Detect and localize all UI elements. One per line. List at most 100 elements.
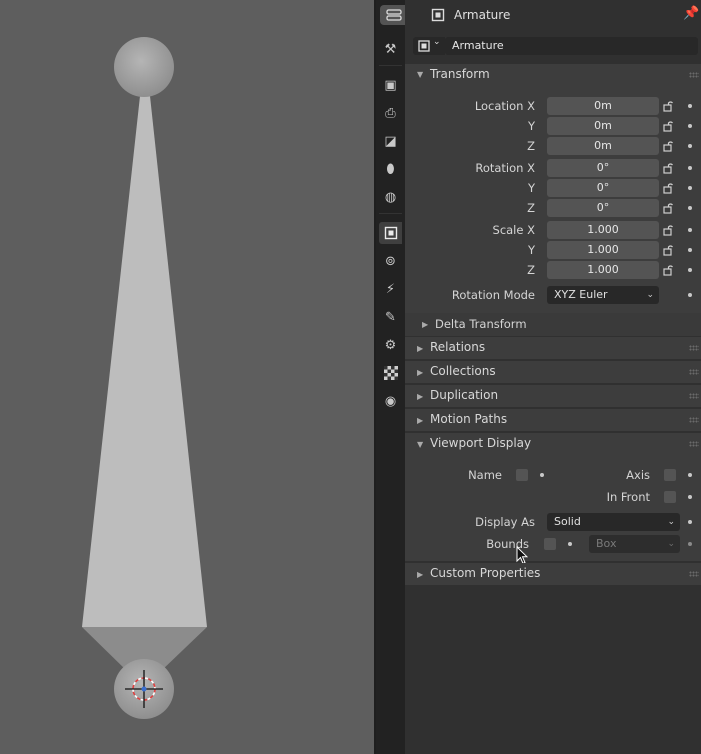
transform-header[interactable]: Transform: [430, 67, 490, 81]
keyframe-dot-icon[interactable]: [688, 495, 692, 499]
display-as-value: Solid: [554, 515, 581, 528]
location-y-label: Y: [527, 119, 535, 133]
keyframe-dot-icon[interactable]: [688, 293, 692, 297]
keyframe-dot-icon[interactable]: [688, 206, 692, 210]
lock-icon[interactable]: [663, 140, 673, 152]
view-layer-icon[interactable]: ◪: [379, 130, 402, 152]
location-y-field[interactable]: 0m: [547, 117, 659, 135]
axis-checkbox[interactable]: [664, 469, 676, 481]
lock-icon[interactable]: [663, 244, 673, 256]
keyframe-dot-icon[interactable]: [688, 268, 692, 272]
scale-z-label: Z: [527, 263, 535, 277]
chevron-down-icon: ⌄: [646, 290, 654, 300]
lock-icon[interactable]: [663, 120, 673, 132]
keyframe-dot-icon[interactable]: [540, 473, 544, 477]
keyframe-dot-icon[interactable]: [688, 104, 692, 108]
drag-handle-icon[interactable]: [689, 345, 699, 351]
name-checkbox[interactable]: [516, 469, 528, 481]
keyframe-dot-icon[interactable]: [688, 144, 692, 148]
lock-icon[interactable]: [663, 202, 673, 214]
chevron-down-icon: ⌄: [433, 37, 441, 47]
location-x-field[interactable]: 0m: [547, 97, 659, 115]
object-browse-button[interactable]: ⌄: [413, 37, 445, 55]
scale-z-field[interactable]: 1.000: [547, 261, 659, 279]
drag-handle-icon[interactable]: [689, 369, 699, 375]
pin-icon[interactable]: 📌: [683, 6, 699, 21]
shading-icon[interactable]: ◉: [379, 390, 402, 412]
scene-icon[interactable]: ⬮: [379, 158, 402, 180]
scale-x-field[interactable]: 1.000: [547, 221, 659, 239]
scale-x-label: Scale X: [492, 223, 535, 237]
keyframe-dot-icon[interactable]: [688, 186, 692, 190]
drag-handle-icon[interactable]: [689, 571, 699, 577]
world-icon[interactable]: ◍: [379, 186, 402, 208]
rotation-z-label: Z: [527, 201, 535, 215]
lock-icon[interactable]: [663, 264, 673, 276]
chevron-right-icon: ▶: [417, 392, 424, 401]
physics-icon[interactable]: ⚙: [379, 334, 402, 356]
relations-header[interactable]: Relations: [430, 340, 485, 354]
lock-icon[interactable]: [663, 162, 673, 174]
keyframe-dot-icon[interactable]: [688, 124, 692, 128]
drag-handle-icon[interactable]: [689, 393, 699, 399]
scale-y-label: Y: [527, 243, 535, 257]
rotation-y-label: Y: [527, 181, 535, 195]
location-z-field[interactable]: 0m: [547, 137, 659, 155]
keyframe-dot-icon[interactable]: [688, 166, 692, 170]
scale-y-field[interactable]: 1.000: [547, 241, 659, 259]
display-as-label: Display As: [475, 515, 535, 529]
duplication-header[interactable]: Duplication: [430, 388, 498, 402]
bounds-type-select[interactable]: Box ⌄: [589, 535, 680, 553]
keyframe-dot-icon[interactable]: [688, 542, 692, 546]
chevron-down-icon: ⌄: [667, 539, 675, 549]
viewport-display-header[interactable]: Viewport Display: [430, 436, 531, 450]
lock-icon[interactable]: [663, 182, 673, 194]
drag-handle-icon[interactable]: [689, 441, 699, 447]
armature-bone[interactable]: [82, 37, 207, 719]
chevron-down-icon: ▼: [417, 440, 424, 449]
3d-viewport[interactable]: [0, 0, 374, 754]
lock-icon[interactable]: [663, 100, 673, 112]
render-icon[interactable]: ▣: [379, 74, 402, 96]
object-icon[interactable]: [379, 222, 402, 244]
keyframe-dot-icon[interactable]: [688, 473, 692, 477]
rotation-y-field[interactable]: 0°: [547, 179, 659, 197]
tool-icon[interactable]: ⚒: [379, 38, 402, 60]
drag-handle-icon[interactable]: [689, 417, 699, 423]
custom-properties-header[interactable]: Custom Properties: [430, 566, 540, 580]
properties-panel: Armature 📌 ⌄ Armature ▼ Transform Locati…: [405, 0, 701, 754]
rotation-mode-label: Rotation Mode: [451, 288, 535, 302]
lock-icon[interactable]: [663, 224, 673, 236]
keyframe-dot-icon[interactable]: [688, 520, 692, 524]
object-name-title: Armature: [454, 8, 511, 22]
rotation-mode-value: XYZ Euler: [554, 288, 608, 301]
rotation-z-field[interactable]: 0°: [547, 199, 659, 217]
chevron-down-icon: ⌄: [667, 517, 675, 527]
texture-icon[interactable]: [379, 362, 402, 384]
location-x-label: Location X: [474, 99, 535, 113]
collections-header[interactable]: Collections: [430, 364, 496, 378]
chevron-right-icon: ▶: [417, 368, 424, 377]
in-front-checkbox[interactable]: [664, 491, 676, 503]
rotation-mode-select[interactable]: XYZ Euler ⌄: [547, 286, 659, 304]
axis-label: Axis: [626, 468, 650, 482]
delta-transform-header[interactable]: Delta Transform: [435, 317, 527, 331]
name-label: Name: [468, 468, 502, 482]
keyframe-dot-icon[interactable]: [688, 228, 692, 232]
motion-paths-header[interactable]: Motion Paths: [430, 412, 507, 426]
object-name-field[interactable]: Armature: [445, 37, 698, 55]
chevron-right-icon: ▶: [417, 344, 424, 353]
data-icon[interactable]: ✎: [379, 306, 402, 328]
constraints-icon[interactable]: ⊚: [379, 250, 402, 272]
bounds-checkbox[interactable]: [544, 538, 556, 550]
output-icon[interactable]: ⎙: [379, 102, 402, 124]
drag-handle-icon[interactable]: [689, 72, 699, 78]
particles-icon[interactable]: ⚡: [379, 278, 402, 300]
keyframe-dot-icon[interactable]: [568, 542, 572, 546]
keyframe-dot-icon[interactable]: [688, 248, 692, 252]
rotation-x-field[interactable]: 0°: [547, 159, 659, 177]
chevron-right-icon: ▶: [422, 320, 429, 329]
display-as-select[interactable]: Solid ⌄: [547, 513, 680, 531]
chevron-right-icon: ▶: [417, 570, 424, 579]
bone-head-sphere: [114, 37, 174, 97]
